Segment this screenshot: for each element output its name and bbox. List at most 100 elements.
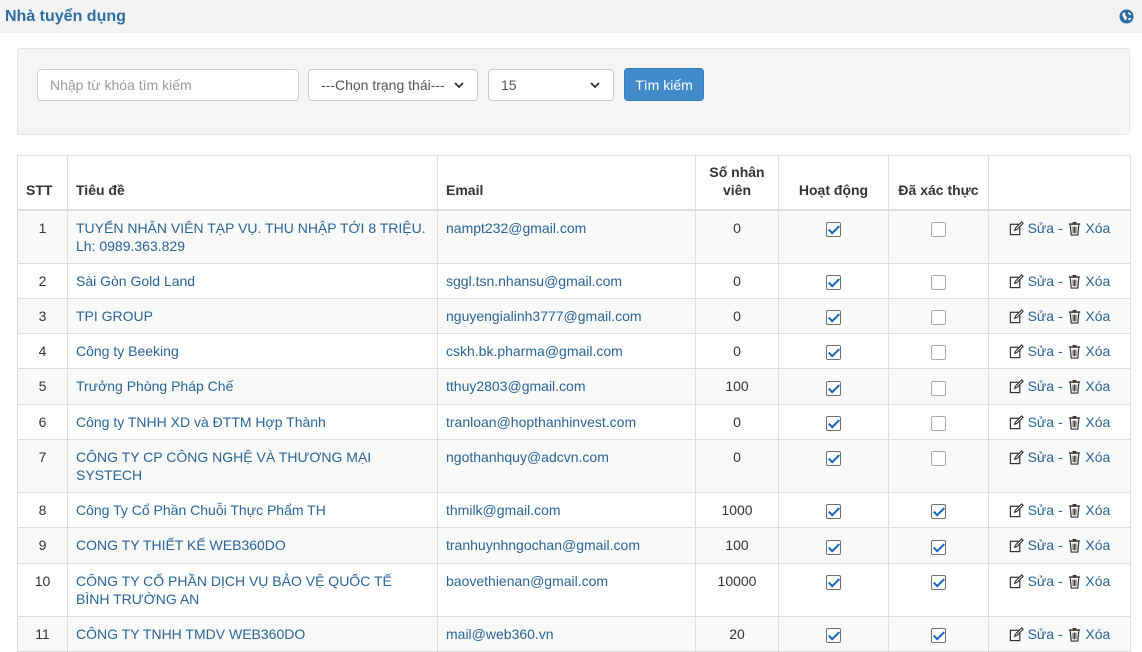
active-checkbox[interactable] [826, 274, 841, 290]
delete-button[interactable]: Xóa [1067, 343, 1110, 359]
table-row: 6 Công ty TNHH XD và ĐTTM Hợp Thành tranlo… [17, 403, 1131, 440]
verified-checkbox[interactable] [931, 380, 946, 396]
delete-label: Xóa [1085, 272, 1111, 289]
verified-checkbox[interactable] [931, 574, 946, 590]
employer-table: STT Tiêu đề Email Số nhân viên Hoạt động … [17, 155, 1131, 652]
delete-button[interactable]: Xóa [1067, 537, 1110, 553]
row-stt: 2 [17, 262, 68, 299]
page-header: Nhà tuyển dụng [0, 0, 1142, 33]
edit-button[interactable]: Sửa [1009, 343, 1054, 359]
trash-icon [1068, 221, 1080, 236]
trash-icon [1068, 539, 1080, 553]
edit-button[interactable]: Sửa [1009, 573, 1054, 589]
delete-button[interactable]: Xóa [1067, 502, 1110, 518]
row-actions: Sửa - Xóa [988, 368, 1131, 405]
delete-label: Xóa [1085, 307, 1111, 324]
edit-button[interactable]: Sửa [1009, 626, 1054, 642]
verified-checkbox[interactable] [931, 539, 946, 555]
row-title-link[interactable]: CÔNG TY CP CÔNG NGHỆ VÀ THƯƠNG MẠI SYSTE… [67, 438, 438, 493]
row-email: cskh.bk.pharma@gmail.com [437, 333, 696, 370]
row-title-link[interactable]: Công Ty Cổ Phần Chuỗi Thực Phẩm TH [67, 491, 438, 529]
delete-button[interactable]: Xóa [1067, 414, 1110, 430]
row-actions: Sửa - Xóa [988, 297, 1131, 335]
delete-button[interactable]: Xóa [1067, 573, 1110, 589]
verified-checkbox[interactable] [931, 221, 946, 237]
delete-button[interactable]: Xóa [1067, 272, 1111, 289]
row-employees: 0 [695, 262, 779, 299]
search-button[interactable]: Tìm kiếm [624, 68, 704, 101]
edit-label: Sửa [1027, 625, 1055, 642]
active-checkbox[interactable] [826, 310, 841, 326]
verified-checkbox[interactable] [931, 310, 946, 326]
verified-checkbox[interactable] [931, 451, 946, 467]
delete-button[interactable]: Xóa [1067, 448, 1111, 465]
chevron-down-icon [454, 82, 464, 89]
row-email: thmilk@gmail.com [437, 491, 696, 529]
delete-button[interactable]: Xóa [1067, 220, 1110, 236]
active-checkbox[interactable] [826, 451, 841, 467]
verified-checkbox[interactable] [931, 345, 946, 361]
row-employees: 0 [695, 297, 779, 335]
table-row: 4 Công ty Beeking cskh.bk.pharma@gmail.com… [17, 333, 1131, 370]
edit-button[interactable]: Sửa [1009, 273, 1054, 289]
edit-button[interactable]: Sửa [1009, 308, 1054, 324]
col-header-active: Hoạt động [778, 155, 889, 211]
row-title-link[interactable]: Công ty TNHH XD và ĐTTM Hợp Thành [67, 403, 438, 440]
row-title-link[interactable]: TUYỂN NHÂN VIÊN TẠP VỤ. THU NHẬP TỚI 8 T… [67, 209, 438, 264]
edit-icon [1009, 626, 1024, 641]
row-title-link[interactable]: CÔNG TY TNHH TMDV WEB360DO [67, 615, 438, 652]
active-checkbox[interactable] [826, 539, 841, 555]
active-checkbox[interactable] [826, 504, 841, 520]
row-stt: 9 [17, 527, 68, 564]
row-employees: 0 [695, 438, 779, 493]
edit-button[interactable]: Sửa [1009, 378, 1054, 394]
page-size-select[interactable]: 15 [488, 69, 614, 101]
verified-checkbox[interactable] [931, 274, 946, 290]
verified-checkbox[interactable] [931, 627, 946, 643]
row-stt: 4 [17, 333, 68, 370]
row-email: nampt232@gmail.com [437, 209, 696, 264]
globe-icon[interactable] [1119, 9, 1134, 24]
active-checkbox[interactable] [826, 221, 841, 237]
col-header-title: Tiêu đề [67, 155, 438, 211]
row-stt: 1 [17, 209, 68, 264]
search-input-placeholder: Nhập từ khóa tìm kiếm [50, 77, 192, 93]
delete-button[interactable]: Xóa [1067, 626, 1110, 642]
active-checkbox[interactable] [826, 345, 841, 361]
delete-button[interactable]: Xóa [1067, 307, 1111, 324]
row-title-link[interactable]: Sài Gòn Gold Land [67, 262, 438, 299]
row-actions: Sửa - Xóa [988, 527, 1131, 564]
active-checkbox[interactable] [826, 415, 841, 431]
delete-button[interactable]: Xóa [1067, 378, 1110, 394]
trash-icon [1068, 503, 1080, 518]
edit-button[interactable]: Sửa [1009, 220, 1054, 236]
active-checkbox[interactable] [826, 627, 841, 643]
row-employees: 0 [695, 209, 779, 264]
table-header-row: STT Tiêu đề Email Số nhân viên Hoạt động … [17, 155, 1131, 211]
page-size-value: 15 [501, 77, 517, 93]
verified-checkbox[interactable] [931, 415, 946, 431]
row-title-link[interactable]: CONG TY THIẾT KẾ WEB360DO [67, 527, 438, 564]
row-title-link[interactable]: TPI GROUP [67, 297, 438, 335]
status-select[interactable]: ---Chọn trạng thái--- [308, 69, 478, 101]
edit-button[interactable]: Sửa [1009, 502, 1054, 518]
verified-checkbox[interactable] [931, 504, 946, 520]
edit-icon [1009, 379, 1024, 394]
edit-label: Sửa [1027, 307, 1055, 324]
row-stt: 5 [17, 368, 68, 405]
col-header-stt: STT [17, 155, 68, 211]
edit-icon [1009, 308, 1024, 323]
edit-button[interactable]: Sửa [1009, 414, 1054, 430]
edit-button[interactable]: Sửa [1009, 449, 1054, 465]
row-title-link[interactable]: Trưởng Phòng Pháp Chế [67, 368, 438, 405]
active-checkbox[interactable] [826, 574, 841, 590]
row-employees: 10000 [695, 562, 779, 617]
delete-label: Xóa [1085, 448, 1111, 465]
active-checkbox[interactable] [826, 380, 841, 396]
row-title-link[interactable]: CÔNG TY CỔ PHẦN DỊCH VỤ BẢO VỆ QUỐC TẾ B… [67, 562, 438, 617]
row-email: tthuy2803@gmail.com [437, 368, 696, 405]
search-input[interactable]: Nhập từ khóa tìm kiếm [37, 69, 299, 101]
edit-icon [1009, 573, 1024, 588]
edit-button[interactable]: Sửa [1009, 537, 1054, 553]
row-title-link[interactable]: Công ty Beeking [67, 333, 438, 370]
